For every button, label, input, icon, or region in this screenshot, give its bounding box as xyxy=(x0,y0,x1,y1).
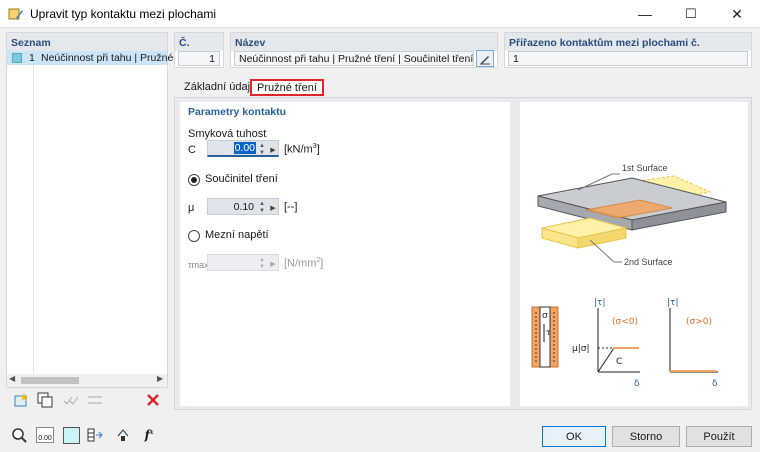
delete-icon xyxy=(147,394,159,406)
tau-spinner: ▲ ▼ xyxy=(259,256,265,270)
title-bar: Upravit typ kontaktu mezi plochami — ☐ ✕ xyxy=(0,0,760,28)
info-button[interactable] xyxy=(112,425,134,445)
list-header: Seznam xyxy=(7,33,167,51)
cancel-button[interactable]: Storno xyxy=(612,426,680,447)
delete-item-button[interactable] xyxy=(142,390,164,410)
c-unit: [kN/m3] xyxy=(284,143,320,156)
friction-option-label: Součinitel tření xyxy=(205,173,278,185)
list-item[interactable]: 1 Neúčinnost při tahu | Pružné tře xyxy=(7,51,188,65)
app-icon xyxy=(8,8,23,20)
color-swatch-icon xyxy=(12,53,22,63)
info-icon xyxy=(117,429,129,441)
tau-symbol: τmax xyxy=(188,260,209,270)
second-surface-label: 2nd Surface xyxy=(624,257,673,267)
number-panel: Č. 1 xyxy=(174,32,224,68)
color-swatch-icon xyxy=(62,426,80,444)
name-panel: Název Neúčinnost při tahu | Pružné tření… xyxy=(230,32,498,68)
apply-button[interactable]: Použít xyxy=(686,426,752,447)
scroll-left-icon[interactable]: ◀ xyxy=(9,374,15,383)
help-button[interactable] xyxy=(8,425,30,445)
uncheck-items-button[interactable] xyxy=(84,390,106,410)
assigned-panel: Přiřazeno kontaktům mezi plochami č. 1 xyxy=(504,32,752,68)
number-header: Č. xyxy=(175,33,223,51)
tau-symbol-diagram: τ xyxy=(546,328,551,337)
formula-button[interactable]: fx xyxy=(138,425,160,445)
tau-unit: [N/mm2] xyxy=(284,257,324,270)
c-value-input[interactable]: 0.00 ▲ ▼ ▶ xyxy=(207,140,279,157)
c-symbol: C xyxy=(188,144,196,156)
tau-value-input: ▲ ▼ ▶ xyxy=(207,254,279,271)
section-title: Parametry kontaktu xyxy=(188,106,287,118)
graph2-sigma-pos: (σ>0) xyxy=(686,317,712,327)
c-spinner[interactable]: ▲ ▼ xyxy=(255,141,269,158)
assigned-input[interactable]: 1 xyxy=(508,51,748,66)
name-header: Název xyxy=(231,33,497,51)
list-item-number: 1 xyxy=(29,52,35,64)
list-divider xyxy=(33,65,34,373)
mu-spinner[interactable]: ▲ ▼ xyxy=(255,199,269,216)
color-button[interactable] xyxy=(60,425,82,445)
assigned-header: Přiřazeno kontaktům mezi plochami č. xyxy=(505,33,751,51)
horizontal-scrollbar[interactable]: ◀ ▶ xyxy=(7,374,167,387)
number-input[interactable]: 1 xyxy=(178,51,220,66)
tau-menu-arrow-icon: ▶ xyxy=(270,260,276,268)
close-button[interactable]: ✕ xyxy=(714,0,760,28)
check-items-button[interactable] xyxy=(60,390,82,410)
list-panel: Seznam 1 Neúčinnost při tahu | Pružné tř… xyxy=(6,32,188,388)
mu-sigma-label: μ|σ| xyxy=(572,344,590,354)
graph2-tau-label: |τ| xyxy=(667,298,678,308)
mu-symbol: μ xyxy=(188,202,195,214)
limit-option-label: Mezní napětí xyxy=(205,229,269,241)
name-input[interactable]: Neúčinnost při tahu | Pružné tření | Sou… xyxy=(234,51,474,66)
graph1-tau-label: |τ| xyxy=(594,298,605,308)
copy-icon xyxy=(37,392,53,408)
mu-menu-arrow-icon[interactable]: ▶ xyxy=(268,199,278,216)
scroll-right-icon[interactable]: ▶ xyxy=(157,374,163,383)
uncheck-icon xyxy=(88,396,102,404)
new-item-icon xyxy=(14,393,28,407)
mu-value-text: 0.10 xyxy=(233,201,254,213)
graph1-sigma-neg: (σ<0) xyxy=(612,317,638,327)
edit-pencil-icon xyxy=(480,55,490,64)
window-title: Upravit typ kontaktu mezi plochami xyxy=(30,7,217,21)
friction-radio[interactable] xyxy=(188,174,200,186)
limit-stress-radio[interactable] xyxy=(188,230,200,242)
help-icon xyxy=(12,428,27,443)
tab-elastic-friction[interactable]: Pružné tření xyxy=(250,79,324,96)
maximize-button[interactable]: ☐ xyxy=(668,0,714,28)
check-icon xyxy=(63,396,79,405)
mu-value-input[interactable]: 0.10 ▲ ▼ ▶ xyxy=(207,198,279,215)
mu-unit: [--] xyxy=(284,201,298,213)
formula-icon: fx xyxy=(144,428,154,442)
tab-content: Parametry kontaktu Smyková tuhost C 0.00… xyxy=(174,97,752,410)
graph2-delta-label: δ xyxy=(712,379,718,389)
edit-name-button[interactable] xyxy=(476,50,494,67)
ok-button[interactable]: OK xyxy=(542,426,606,447)
c-value-text: 0.00 xyxy=(233,142,256,154)
c-menu-arrow-icon[interactable]: ▶ xyxy=(268,141,278,158)
units-icon: 0.00 xyxy=(36,427,54,443)
new-item-button[interactable] xyxy=(10,390,32,410)
parameters-panel: Parametry kontaktu Smyková tuhost C 0.00… xyxy=(180,102,510,406)
c-slope-label: C xyxy=(616,357,622,367)
graph1-delta-label: δ xyxy=(634,379,640,389)
table-settings-button[interactable] xyxy=(84,425,106,445)
first-surface-label: 1st Surface xyxy=(622,163,668,173)
illustration-panel: 1st Surface 2nd Surface σ τ |τ| (σ<0) μ|… xyxy=(520,102,748,406)
shear-stiffness-label: Smyková tuhost xyxy=(188,128,267,140)
minimize-button[interactable]: — xyxy=(622,0,668,28)
list-item-label: Neúčinnost při tahu | Pružné tře xyxy=(41,52,189,64)
copy-item-button[interactable] xyxy=(34,390,56,410)
scrollbar-thumb[interactable] xyxy=(21,377,79,384)
surface-diagram: 1st Surface 2nd Surface σ τ |τ| (σ<0) μ|… xyxy=(531,163,727,389)
units-button[interactable]: 0.00 xyxy=(34,425,56,445)
sigma-symbol: σ xyxy=(542,311,548,321)
table-icon xyxy=(87,428,103,442)
